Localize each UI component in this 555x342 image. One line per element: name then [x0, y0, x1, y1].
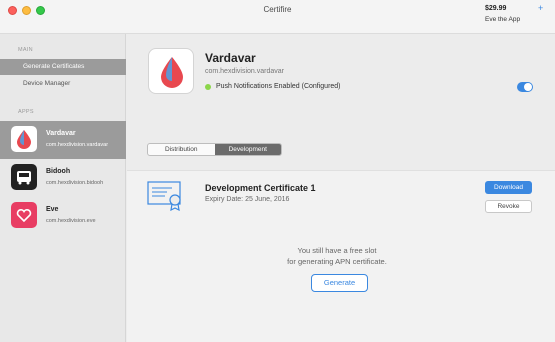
certificate-type-tabs: Distribution Development	[147, 143, 282, 156]
free-slot-message: You still have a free slot for generatin…	[227, 245, 447, 267]
free-slot-line-2: for generating APN certificate.	[287, 257, 387, 266]
tab-development[interactable]: Development	[214, 144, 281, 155]
sidebar: MAIN Generate Certificates Device Manage…	[0, 34, 126, 342]
push-status-text: Push Notifications Enabled (Configured)	[216, 83, 341, 90]
app-window: Certifire $29.99 + Eve the App MAIN Gene…	[0, 0, 555, 342]
sidebar-item-generate-certificates[interactable]: Generate Certificates	[0, 59, 126, 75]
app-bundle-id: com.hexdivision.vardavar	[46, 142, 109, 148]
app-name: Bidooh	[46, 168, 71, 175]
app-name: Eve	[46, 206, 59, 213]
sidebar-section-apps: APPS	[18, 109, 34, 115]
tab-distribution[interactable]: Distribution	[148, 144, 215, 155]
free-slot-line-1: You still have a free slot	[297, 246, 377, 255]
generate-button[interactable]: Generate	[311, 274, 368, 292]
buy-app-label[interactable]: Eve the App	[485, 16, 520, 23]
push-notifications-toggle[interactable]	[517, 82, 533, 92]
app-bundle-id: com.hexdivision.vardavar	[205, 68, 284, 75]
droplet-icon	[148, 48, 194, 94]
droplet-icon	[11, 126, 37, 152]
sidebar-item-device-manager[interactable]: Device Manager	[0, 76, 126, 92]
bus-icon	[11, 164, 37, 190]
sidebar-app-vardavar[interactable]: Vardavar com.hexdivision.vardavar	[0, 121, 126, 159]
sidebar-app-eve[interactable]: Eve com.hexdivision.eve	[0, 197, 126, 235]
app-title: Vardavar	[205, 51, 256, 65]
plus-icon[interactable]: +	[538, 3, 543, 13]
sidebar-app-bidooh[interactable]: Bidooh com.hexdivision.bidooh	[0, 159, 126, 197]
sidebar-section-main: MAIN	[18, 47, 33, 53]
app-name: Vardavar	[46, 130, 76, 137]
main-panel: Vardavar com.hexdivision.vardavar Push N…	[127, 34, 555, 342]
app-bundle-id: com.hexdivision.bidooh	[46, 180, 104, 186]
titlebar: Certifire $29.99 + Eve the App	[0, 0, 555, 34]
revoke-button[interactable]: Revoke	[485, 200, 532, 213]
download-button[interactable]: Download	[485, 181, 532, 194]
certificate-title: Development Certificate 1	[205, 183, 316, 193]
certificate-card: Development Certificate 1 Expiry Date: 2…	[127, 170, 555, 342]
certificate-expiry: Expiry Date: 25 June, 2016	[205, 196, 290, 203]
certificate-icon	[147, 179, 187, 212]
status-dot-icon	[205, 84, 211, 90]
heart-icon	[11, 202, 37, 228]
window-title: Certifire	[263, 5, 292, 14]
price-label[interactable]: $29.99	[485, 5, 506, 12]
app-bundle-id: com.hexdivision.eve	[46, 218, 96, 224]
